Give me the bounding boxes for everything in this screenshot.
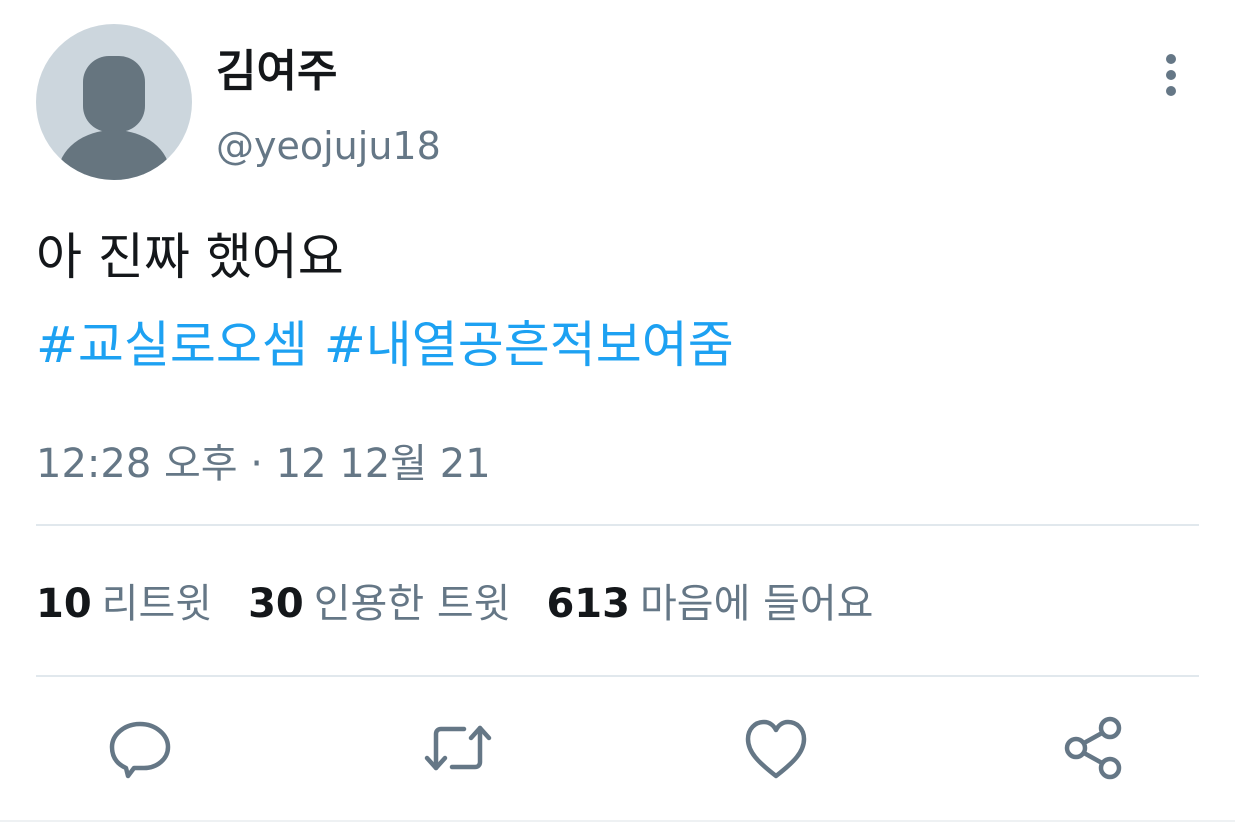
share-button[interactable] (1058, 712, 1130, 784)
reply-icon (109, 721, 171, 779)
tweet-text: 아 진짜 했어요 (36, 228, 344, 286)
like-count: 613 (546, 581, 630, 627)
avatar[interactable] (36, 24, 192, 180)
more-options-button[interactable] (1148, 50, 1194, 100)
divider (36, 675, 1199, 677)
quote-label: 인용한 트윗 (313, 581, 511, 627)
retweet-label: 리트윗 (101, 581, 213, 627)
quote-count: 30 (248, 581, 304, 627)
share-icon (1064, 716, 1122, 780)
heart-icon (745, 719, 807, 779)
divider (0, 820, 1235, 822)
more-vertical-icon (1166, 54, 1176, 96)
retweet-button[interactable] (422, 712, 494, 784)
quote-tweets-stat[interactable]: 30 인용한 트윗 (248, 574, 510, 634)
retweet-count: 10 (36, 581, 92, 627)
hashtag-link[interactable]: #내열공흔적보여줌 (324, 316, 734, 374)
reply-button[interactable] (104, 712, 176, 784)
user-display-name[interactable]: 김여주 (216, 44, 337, 100)
like-label: 마음에 들어요 (639, 581, 874, 627)
tweet-stats: 10 리트윗 30 인용한 트윗 613 마음에 들어요 (36, 574, 909, 634)
user-handle[interactable]: @yeojuju18 (216, 118, 441, 174)
likes-stat[interactable]: 613 마음에 들어요 (546, 574, 873, 634)
hashtag-line: #교실로오셈 #내열공흔적보여줌 (36, 310, 734, 380)
retweet-icon (424, 725, 492, 771)
like-button[interactable] (740, 712, 812, 784)
hashtag-link[interactable]: #교실로오셈 (36, 316, 308, 374)
divider (36, 524, 1199, 526)
default-avatar-icon (58, 56, 170, 180)
tweet-timestamp[interactable]: 12:28 오후 · 12 12월 21 (36, 436, 491, 492)
retweets-stat[interactable]: 10 리트윗 (36, 574, 212, 634)
